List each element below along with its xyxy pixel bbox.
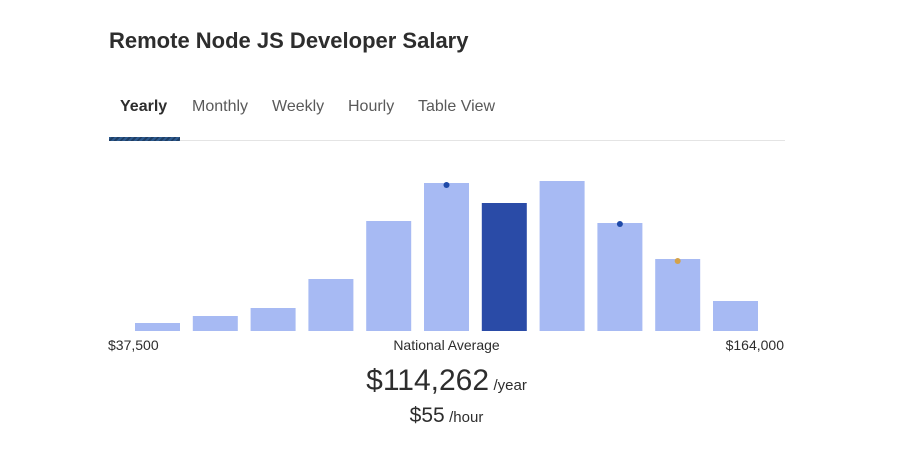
salary-histogram (135, 181, 758, 331)
histogram-bar[interactable] (655, 259, 701, 331)
page-title: Remote Node JS Developer Salary (109, 28, 469, 53)
tab-hourly[interactable]: Hourly (348, 98, 394, 116)
max-salary-label: $164,000 (725, 337, 784, 353)
hourly-salary-value: $55 (409, 404, 445, 427)
hourly-unit: /hour (449, 409, 484, 426)
histogram-bar[interactable] (366, 221, 412, 331)
tab-monthly[interactable]: Monthly (192, 98, 248, 116)
histogram-bar[interactable] (597, 223, 643, 331)
percentile-marker (616, 221, 623, 227)
histogram-bar[interactable] (250, 308, 296, 331)
percentile-marker (674, 258, 681, 264)
yearly-salary: $114,262 /year (0, 364, 893, 398)
histogram-bar[interactable] (192, 316, 238, 331)
histogram-bar-national-average[interactable] (481, 203, 527, 331)
histogram-bar[interactable] (424, 183, 469, 331)
percentile-marker (443, 182, 450, 188)
active-tab-indicator (109, 137, 180, 141)
yearly-unit: /year (493, 377, 527, 394)
yearly-salary-value: $114,262 (366, 364, 490, 397)
histogram-bar[interactable] (308, 279, 354, 331)
period-tabs: Yearly Monthly Weekly Hourly Table View (109, 86, 785, 141)
histogram-bar[interactable] (539, 181, 585, 331)
tab-weekly[interactable]: Weekly (272, 98, 324, 116)
tab-yearly[interactable]: Yearly (120, 98, 167, 116)
hourly-salary: $55 /hour (0, 404, 893, 428)
tab-table-view[interactable]: Table View (418, 98, 495, 116)
histogram-bar[interactable] (135, 323, 180, 331)
histogram-bar[interactable] (713, 301, 758, 331)
